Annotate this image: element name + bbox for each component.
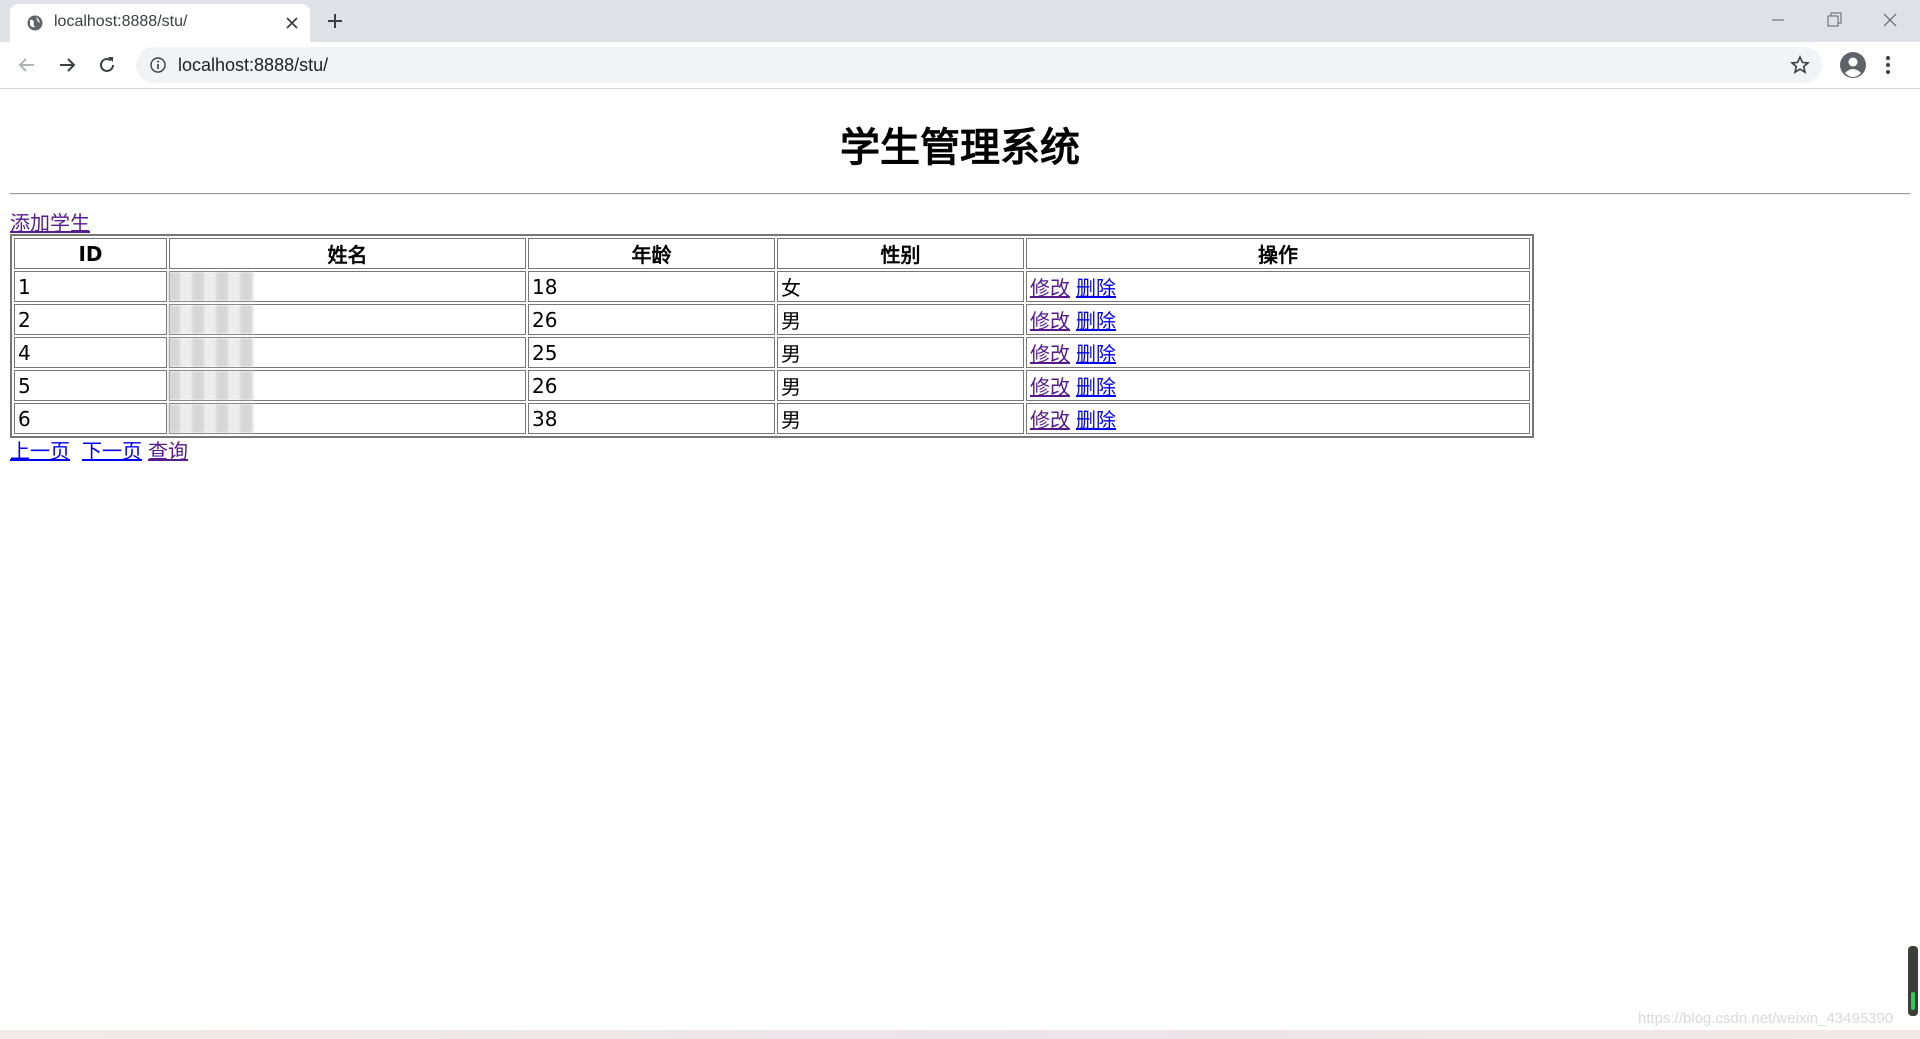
table-header-row: ID 姓名 年龄 性别 操作 <box>14 238 1530 269</box>
redacted-name <box>168 404 254 433</box>
browser-tab[interactable]: localhost:8888/stu/ <box>10 4 310 42</box>
header-age: 年龄 <box>528 238 775 269</box>
cell-age: 26 <box>528 304 775 335</box>
restore-icon[interactable] <box>1824 10 1844 30</box>
minimize-icon[interactable] <box>1768 10 1788 30</box>
cell-name <box>168 403 526 434</box>
redacted-name <box>168 305 254 334</box>
cell-name <box>168 337 526 368</box>
cell-id: 1 <box>14 271 167 302</box>
redacted-name <box>168 272 254 301</box>
profile-icon[interactable] <box>1839 51 1867 79</box>
edit-link[interactable]: 修改 <box>1030 408 1070 432</box>
url-text: localhost:8888/stu/ <box>178 55 329 75</box>
cell-id: 4 <box>14 337 167 368</box>
side-widget[interactable] <box>1908 946 1918 1016</box>
redacted-name <box>168 338 254 367</box>
cell-id: 6 <box>14 403 167 434</box>
cell-actions: 修改 删除 <box>1026 337 1530 368</box>
info-icon[interactable] <box>150 57 166 73</box>
tab-strip: localhost:8888/stu/ <box>0 0 1920 42</box>
cell-age: 18 <box>528 271 775 302</box>
table-row: 5 26 男 修改 删除 <box>14 370 1530 401</box>
star-icon[interactable] <box>1790 55 1810 75</box>
add-student-link[interactable]: 添加学生 <box>10 207 90 236</box>
cell-gender: 男 <box>777 304 1024 335</box>
header-name: 姓名 <box>169 238 526 269</box>
back-icon[interactable] <box>16 54 38 76</box>
query-link[interactable]: 查询 <box>148 439 188 463</box>
header-gender: 性别 <box>777 238 1024 269</box>
bottom-strip <box>0 1030 1920 1039</box>
table-row: 2 26 男 修改 删除 <box>14 304 1530 335</box>
cell-name <box>168 370 526 401</box>
student-table: ID 姓名 年龄 性别 操作 1 18 女 修改删除 2 26 男 修改删除 <box>10 234 1534 438</box>
delete-link[interactable]: 删除 <box>1076 276 1116 300</box>
pagination: 上一页 下一页 查询 <box>10 435 188 464</box>
cell-name <box>168 304 526 335</box>
window-close-icon[interactable] <box>1880 10 1900 30</box>
forward-icon[interactable] <box>56 54 78 76</box>
next-page-link[interactable]: 下一页 <box>82 439 142 463</box>
address-bar[interactable]: localhost:8888/stu/ <box>136 47 1822 83</box>
cell-actions: 修改 删除 <box>1026 304 1530 335</box>
cell-gender: 男 <box>777 370 1024 401</box>
divider <box>10 193 1910 195</box>
plus-icon[interactable] <box>326 12 344 30</box>
delete-link[interactable]: 删除 <box>1076 342 1116 366</box>
cell-gender: 男 <box>777 403 1024 434</box>
delete-link[interactable]: 删除 <box>1076 375 1116 399</box>
table-row: 4 25 男 修改 删除 <box>14 337 1530 368</box>
menu-icon[interactable] <box>1884 54 1892 76</box>
reload-icon[interactable] <box>96 54 118 76</box>
cell-actions: 修改 删除 <box>1026 403 1530 434</box>
cell-age: 38 <box>528 403 775 434</box>
cell-id: 2 <box>14 304 167 335</box>
cell-actions: 修改 删除 <box>1026 370 1530 401</box>
cell-age: 25 <box>528 337 775 368</box>
cell-gender: 男 <box>777 337 1024 368</box>
tab-title: localhost:8888/stu/ <box>54 13 188 30</box>
edit-link[interactable]: 修改 <box>1030 375 1070 399</box>
globe-icon <box>27 15 43 31</box>
header-id: ID <box>14 238 167 269</box>
browser-toolbar: localhost:8888/stu/ <box>0 42 1920 89</box>
cell-actions: 修改 删除 <box>1026 271 1530 302</box>
watermark: https://blog.csdn.net/weixin_43495390 <box>1638 1010 1894 1027</box>
edit-link[interactable]: 修改 <box>1030 309 1070 333</box>
cell-age: 26 <box>528 370 775 401</box>
cell-id: 5 <box>14 370 167 401</box>
delete-link[interactable]: 删除 <box>1076 408 1116 432</box>
edit-link[interactable]: 修改 <box>1030 276 1070 300</box>
page-title: 学生管理系统 <box>840 125 1080 171</box>
cell-name <box>168 271 526 302</box>
close-icon[interactable] <box>284 15 300 31</box>
redacted-name <box>168 371 254 400</box>
prev-page-link[interactable]: 上一页 <box>10 439 70 463</box>
table-row: 1 18 女 修改 删除 <box>14 271 1530 302</box>
table-row: 6 38 男 修改 删除 <box>14 403 1530 434</box>
page-content: 学生管理系统 添加学生 ID 姓名 年龄 性别 操作 1 18 女 修改 删除 2 <box>0 89 1920 1029</box>
header-actions: 操作 <box>1026 238 1530 269</box>
edit-link[interactable]: 修改 <box>1030 342 1070 366</box>
cell-gender: 女 <box>777 271 1024 302</box>
delete-link[interactable]: 删除 <box>1076 309 1116 333</box>
